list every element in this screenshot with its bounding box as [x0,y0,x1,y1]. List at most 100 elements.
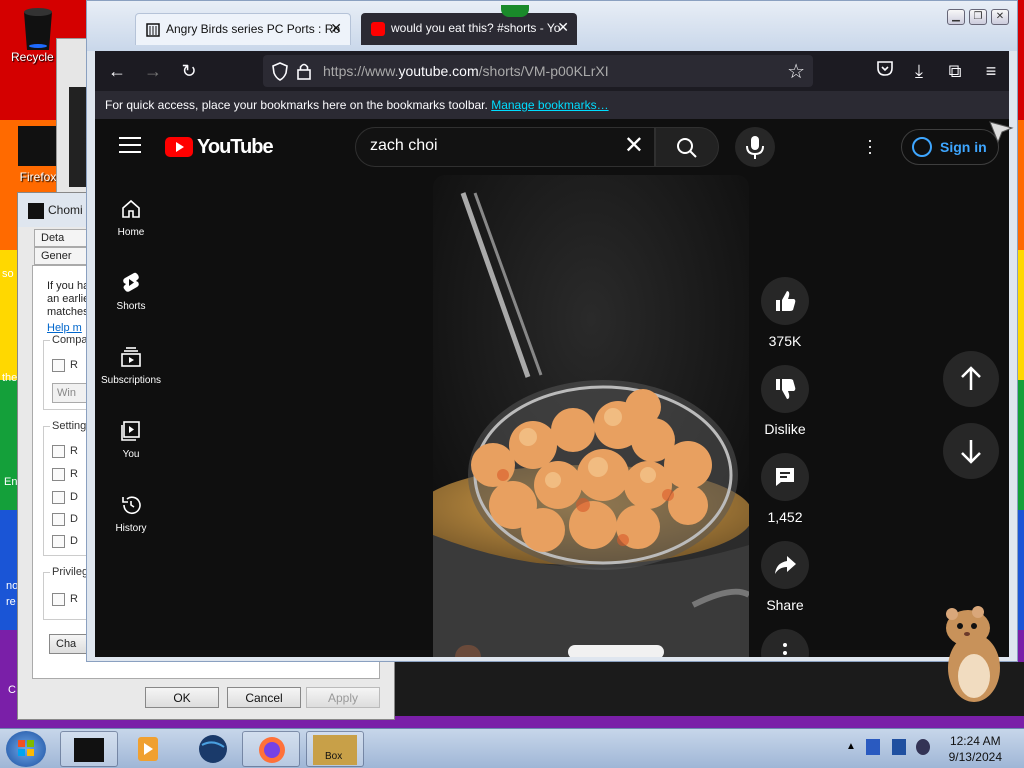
desktop-fragment: the [2,372,18,384]
tab-youtube-short[interactable]: would you eat this? #shorts - Yo ✕ [361,13,577,45]
back-button[interactable]: ← [105,59,129,83]
ok-button[interactable]: OK [145,687,219,708]
taskbar: Box ▲ 12:24 AM 9/13/2024 [0,728,1024,768]
setting-checkbox[interactable] [52,513,65,526]
bookmarks-toolbar: For quick access, place your bookmarks h… [95,91,1009,119]
sidebar-item-history[interactable]: History [95,493,167,534]
library-icon [119,419,143,443]
sidebar-item-home[interactable]: Home [95,197,167,238]
comment-count: 1,452 [767,509,803,525]
pocket-icon[interactable] [873,59,897,83]
url-bar[interactable]: https://www.youtube.com/shorts/VM-p00KLr… [263,55,813,87]
start-button[interactable] [6,731,46,767]
sidebar-item-subscriptions[interactable]: Subscriptions [95,345,167,386]
compat-checkbox[interactable] [52,359,65,372]
firefox-window[interactable]: Angry Birds series PC Ports : Ro ✕ would… [86,0,1018,662]
sidebar-item-shorts[interactable]: Shorts [95,271,167,312]
apply-button[interactable]: Apply [306,687,380,708]
voice-search-button[interactable] [735,127,775,167]
forward-button[interactable]: → [141,59,165,83]
tray-volume-icon[interactable] [916,739,930,755]
manage-bookmarks-link[interactable]: Manage bookmarks… [491,98,608,112]
more-actions-button[interactable] [761,629,809,657]
tray-monitor-icon[interactable] [892,739,906,755]
tab-angry-birds[interactable]: Angry Birds series PC Ports : Ro ✕ [135,13,351,45]
cancel-button[interactable]: Cancel [227,687,301,708]
search-button[interactable] [655,127,719,167]
compat-group-label: Compa [50,334,90,346]
share-button[interactable] [761,541,809,589]
sidebar-item-you[interactable]: You [95,419,167,460]
youtube-favicon-icon [371,22,385,36]
hamburger-menu-icon[interactable] [119,137,141,155]
window-close-button[interactable]: ✕ [991,9,1009,25]
more-vertical-icon [783,643,787,655]
extensions-icon[interactable]: ⧉ [943,59,967,83]
thumbs-up-icon [776,291,796,311]
show-hidden-icons-arrow[interactable]: ▲ [846,741,856,752]
setting-checkbox[interactable] [52,535,65,548]
checkbox-label: D [70,535,78,547]
url-text: https://www.youtube.com/shorts/VM-p00KLr… [323,63,609,79]
setting-checkbox[interactable] [52,468,65,481]
dislike-button[interactable] [761,365,809,413]
checkbox-label: D [70,491,78,503]
clear-search-icon[interactable]: ✕ [624,134,644,158]
setting-checkbox[interactable] [52,445,65,458]
arrow-down-icon [961,440,981,464]
taskbar-firefox[interactable] [242,731,300,767]
box-app-icon: Box [313,735,357,765]
dislike-label: Dislike [764,421,806,437]
search-input[interactable] [370,137,610,155]
home-icon [119,197,143,221]
mouse-cursor-icon [989,121,1014,144]
comments-button[interactable] [761,453,809,501]
shorts-icon [119,271,143,295]
like-action[interactable]: 375K [753,277,817,349]
bookmark-star-icon[interactable]: ☆ [787,59,805,84]
url-path: /shorts/VM-p00KLrXI [478,63,609,79]
arrow-up-icon [961,366,981,390]
downloads-icon[interactable]: ⤓ [907,59,931,83]
hamster-mascot-icon [946,606,1000,702]
more-options-icon[interactable]: · · · [865,131,875,161]
sign-in-button[interactable]: Sign in [901,129,999,165]
taskbar-media-player[interactable] [120,731,178,767]
comments-action[interactable]: 1,452 [753,453,817,525]
taskbar-app-blackbox[interactable] [60,731,118,767]
privilege-checkbox[interactable] [52,593,65,606]
app-menu-icon[interactable]: ≡ [979,59,1003,83]
taskbar-bonzi-box[interactable]: Box [306,731,364,767]
checkbox-label: R [70,359,78,371]
tab-general[interactable]: Gener [34,247,94,265]
minimize-button[interactable]: ▁ [947,9,965,25]
setting-checkbox[interactable] [52,491,65,504]
tray-network-icon[interactable] [866,739,880,755]
desktop-fragment: re [6,596,16,608]
clock-time: 12:24 AM [949,734,1001,748]
shield-icon[interactable] [271,61,289,84]
like-button[interactable] [761,277,809,325]
search-box[interactable]: ✕ [355,127,655,167]
close-icon[interactable]: ✕ [330,20,342,37]
taskbar-globe[interactable] [184,731,242,767]
maximize-button[interactable]: ❐ [969,9,987,25]
close-icon[interactable]: ✕ [557,19,569,36]
more-action[interactable] [753,629,817,657]
share-action[interactable]: Share [753,541,817,613]
lock-icon[interactable] [297,62,311,83]
intro-line: matches [47,306,89,318]
sidebar-item-label: You [122,449,140,460]
reload-button[interactable]: ↻ [177,59,201,83]
previous-short-button[interactable] [943,351,999,407]
dislike-action[interactable]: Dislike [753,365,817,437]
next-short-button[interactable] [943,423,999,479]
tab-details[interactable]: Deta [34,229,94,247]
firefox-shortcut-icon [18,126,58,166]
navigation-toolbar: ← → ↻ https://www.youtube.com/shorts/VM-… [95,51,1009,91]
youtube-page: YouTube ✕ ··· Sign in Home Shorts Subscr… [95,119,1009,657]
system-clock[interactable]: 12:24 AM 9/13/2024 [949,733,1002,765]
shorts-video-player[interactable] [433,175,749,657]
youtube-play-icon [165,137,193,157]
firefox-icon [259,737,285,763]
